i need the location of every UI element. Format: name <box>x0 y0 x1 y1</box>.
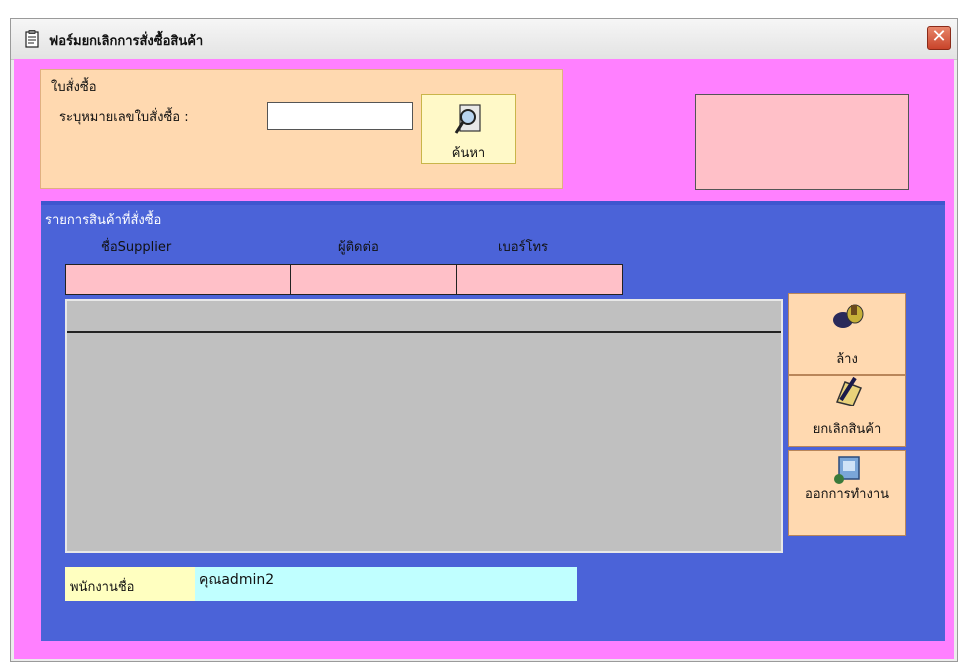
cancel-item-button[interactable]: ยกเลิกสินค้า <box>788 375 906 447</box>
supplier-column-header: ชื่อSupplier <box>101 240 172 255</box>
exit-button-label: ออกการทำงาน <box>804 487 890 502</box>
contact-column-header: ผู้ติดต่อ <box>338 240 379 255</box>
items-grid[interactable] <box>65 299 783 553</box>
po-group-legend: ใบสั่งซื้อ <box>49 76 99 97</box>
search-button-label: ค้นหา <box>451 146 486 161</box>
title-bar: ฟอร์มยกเลิกการสั่งซื้อสินค้า ✕ <box>11 19 957 60</box>
computer-exit-icon <box>834 456 860 484</box>
po-number-label: ระบุหมายเลขใบสั่งซื้อ : <box>59 110 189 125</box>
search-button[interactable]: ค้นหา <box>421 94 516 164</box>
items-group-legend: รายการสินค้าที่สั่งซื้อ <box>43 209 164 230</box>
employee-label: พนักงานชื่อ <box>70 580 135 595</box>
phone-column-header: เบอร์โทร <box>498 240 549 255</box>
clear-button-label: ล้าง <box>836 352 858 367</box>
employee-label-box: พนักงานชื่อ <box>65 567 195 601</box>
contact-field <box>290 264 457 295</box>
grid-header-divider <box>67 331 781 333</box>
broom-icon <box>833 304 864 328</box>
po-number-input[interactable] <box>267 102 413 130</box>
pencil-book-icon <box>835 376 863 406</box>
window-title: ฟอร์มยกเลิกการสั่งซื้อสินค้า <box>49 34 204 49</box>
exit-button[interactable]: ออกการทำงาน <box>788 450 906 536</box>
status-panel <box>695 94 909 190</box>
magnifier-icon <box>454 104 481 134</box>
clear-button[interactable]: ล้าง <box>788 293 906 375</box>
cancel-order-window: ฟอร์มยกเลิกการสั่งซื้อสินค้า ✕ ใบสั่งซื้… <box>10 18 958 662</box>
form-client-area: ใบสั่งซื้อ ระบุหมายเลขใบสั่งซื้อ : ค้นหา… <box>14 59 954 659</box>
employee-name: คุณadmin2 <box>199 572 275 588</box>
phone-field <box>456 264 623 295</box>
po-group: ใบสั่งซื้อ ระบุหมายเลขใบสั่งซื้อ : ค้นหา <box>40 69 563 189</box>
close-button[interactable]: ✕ <box>927 26 951 50</box>
cancel-item-button-label: ยกเลิกสินค้า <box>812 422 882 437</box>
employee-value-box: คุณadmin2 <box>195 567 577 601</box>
close-icon: ✕ <box>931 26 947 47</box>
form-icon <box>25 30 39 48</box>
supplier-field <box>65 264 291 295</box>
items-group: รายการสินค้าที่สั่งซื้อ ชื่อSupplier ผู้… <box>41 201 945 641</box>
